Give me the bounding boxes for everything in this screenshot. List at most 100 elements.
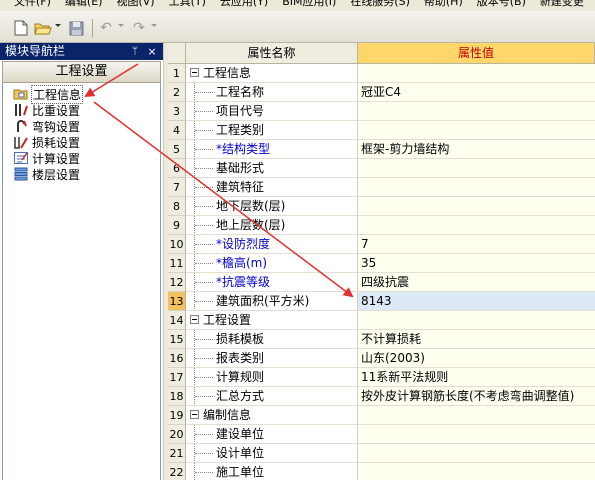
property-row[interactable]: 13 建筑面积(平方米) 8143 bbox=[168, 292, 595, 311]
property-name-label: 损耗模板 bbox=[216, 332, 265, 346]
nav-item-hook-settings[interactable]: 弯钩设置 bbox=[13, 118, 80, 134]
group-row[interactable]: 14 工程设置 bbox=[168, 311, 595, 330]
row-number[interactable]: 1 bbox=[168, 64, 186, 83]
row-number[interactable]: 14 bbox=[168, 311, 186, 330]
row-number[interactable]: 22 bbox=[168, 463, 186, 480]
property-value-cell[interactable] bbox=[358, 178, 595, 197]
redo-icon[interactable]: ↷ bbox=[130, 19, 148, 37]
property-value-cell[interactable]: 11系新平法规则 bbox=[358, 368, 595, 387]
row-number[interactable]: 8 bbox=[168, 197, 186, 216]
row-number[interactable]: 21 bbox=[168, 444, 186, 463]
menu-item[interactable]: 帮助(H) bbox=[424, 0, 463, 8]
row-number[interactable]: 4 bbox=[168, 121, 186, 140]
property-value-cell[interactable] bbox=[358, 102, 595, 121]
property-name-cell: 工程信息 bbox=[186, 64, 358, 83]
pin-icon[interactable]: ᛘ bbox=[128, 43, 142, 60]
property-value-cell[interactable] bbox=[358, 216, 595, 235]
property-row[interactable]: 17 计算规则 11系新平法规则 bbox=[168, 368, 595, 387]
row-number[interactable]: 13 bbox=[168, 292, 186, 311]
property-value-cell[interactable]: 35 bbox=[358, 254, 595, 273]
property-value-cell[interactable] bbox=[358, 197, 595, 216]
property-row[interactable]: 20 建设单位 bbox=[168, 425, 595, 444]
property-value-cell[interactable]: 山东(2003) bbox=[358, 349, 595, 368]
row-number[interactable]: 12 bbox=[168, 273, 186, 292]
collapse-toggle-icon[interactable] bbox=[190, 315, 199, 324]
property-row[interactable]: 16 报表类别 山东(2003) bbox=[168, 349, 595, 368]
property-value-cell[interactable]: 冠亚C4 bbox=[358, 83, 595, 102]
property-value-cell[interactable] bbox=[358, 444, 595, 463]
property-row[interactable]: 18 汇总方式 按外皮计算钢筋长度(不考虑弯曲调整值) bbox=[168, 387, 595, 406]
menu-item[interactable]: 视图(V) bbox=[116, 0, 154, 8]
row-number[interactable]: 19 bbox=[168, 406, 186, 425]
new-file-icon[interactable] bbox=[12, 19, 30, 37]
project-settings-header[interactable]: 工程设置 bbox=[2, 61, 161, 83]
menu-item[interactable]: 版本号(B) bbox=[477, 0, 526, 8]
row-number[interactable]: 5 bbox=[168, 140, 186, 159]
row-number[interactable]: 6 bbox=[168, 159, 186, 178]
open-folder-icon[interactable] bbox=[34, 19, 52, 37]
property-value-cell[interactable] bbox=[358, 463, 595, 480]
redo-dropdown-arrow[interactable] bbox=[151, 24, 157, 27]
property-value-cell[interactable] bbox=[358, 159, 595, 178]
property-value-cell[interactable]: 不计算损耗 bbox=[358, 330, 595, 349]
undo-dropdown-arrow[interactable] bbox=[118, 24, 124, 27]
nav-item-floor-settings[interactable]: 楼层设置 bbox=[13, 166, 80, 182]
row-number[interactable]: 3 bbox=[168, 102, 186, 121]
row-number[interactable]: 18 bbox=[168, 387, 186, 406]
row-number[interactable]: 2 bbox=[168, 83, 186, 102]
property-value-cell[interactable] bbox=[358, 121, 595, 140]
hook-icon bbox=[13, 118, 29, 134]
property-row[interactable]: 3 项目代号 bbox=[168, 102, 595, 121]
collapse-toggle-icon[interactable] bbox=[190, 410, 199, 419]
property-row[interactable]: 8 地下层数(层) bbox=[168, 197, 595, 216]
menu-item[interactable]: 新建变更 bbox=[540, 0, 584, 8]
nav-item-project-info[interactable]: 工程信息 bbox=[13, 84, 84, 104]
undo-icon[interactable]: ↶ bbox=[97, 19, 115, 37]
group-row[interactable]: 1 工程信息 bbox=[168, 64, 595, 83]
property-row[interactable]: 11 檐高(m) 35 bbox=[168, 254, 595, 273]
group-row[interactable]: 19 编制信息 bbox=[168, 406, 595, 425]
menu-item[interactable]: 编辑(E) bbox=[65, 0, 103, 8]
property-row[interactable]: 4 工程类别 bbox=[168, 121, 595, 140]
nav-item-weight-settings[interactable]: 比重设置 bbox=[13, 102, 80, 118]
menu-item[interactable]: 云应用(Y) bbox=[220, 0, 268, 8]
property-row[interactable]: 5 结构类型 框架-剪力墙结构 bbox=[168, 140, 595, 159]
property-value-cell[interactable]: 框架-剪力墙结构 bbox=[358, 140, 595, 159]
property-row[interactable]: 21 设计单位 bbox=[168, 444, 595, 463]
property-row[interactable]: 2 工程名称 冠亚C4 bbox=[168, 83, 595, 102]
property-value-cell[interactable] bbox=[358, 425, 595, 444]
menu-item[interactable]: 工具(T) bbox=[169, 0, 206, 8]
property-row[interactable]: 12 抗震等级 四级抗震 bbox=[168, 273, 595, 292]
menu-item[interactable]: BIM应用(I) bbox=[282, 0, 336, 8]
property-name-header[interactable]: 属性名称 bbox=[186, 43, 358, 64]
row-number[interactable]: 10 bbox=[168, 235, 186, 254]
save-icon[interactable] bbox=[67, 19, 85, 37]
row-number[interactable]: 11 bbox=[168, 254, 186, 273]
open-dropdown-arrow[interactable] bbox=[55, 24, 61, 27]
property-row[interactable]: 7 建筑特征 bbox=[168, 178, 595, 197]
property-name-label: 工程名称 bbox=[216, 85, 265, 99]
property-row[interactable]: 10 设防烈度 7 bbox=[168, 235, 595, 254]
property-row[interactable]: 15 损耗模板 不计算损耗 bbox=[168, 330, 595, 349]
close-panel-icon[interactable]: × bbox=[145, 43, 159, 60]
row-number[interactable]: 7 bbox=[168, 178, 186, 197]
row-number[interactable]: 9 bbox=[168, 216, 186, 235]
property-value-cell[interactable]: 按外皮计算钢筋长度(不考虑弯曲调整值) bbox=[358, 387, 595, 406]
nav-item-loss-settings[interactable]: 损耗设置 bbox=[13, 134, 80, 150]
collapse-toggle-icon[interactable] bbox=[190, 68, 199, 77]
nav-item-calc-settings[interactable]: 计算设置 bbox=[13, 150, 80, 166]
property-row[interactable]: 9 地上层数(层) bbox=[168, 216, 595, 235]
row-number[interactable]: 16 bbox=[168, 349, 186, 368]
property-value-cell[interactable]: 8143 bbox=[358, 292, 595, 311]
property-value-cell[interactable]: 四级抗震 bbox=[358, 273, 595, 292]
row-number[interactable]: 17 bbox=[168, 368, 186, 387]
property-row[interactable]: 6 基础形式 bbox=[168, 159, 595, 178]
menu-item[interactable]: 文件(F) bbox=[14, 0, 51, 8]
property-row[interactable]: 22 施工单位 bbox=[168, 463, 595, 480]
property-value-header[interactable]: 属性值 bbox=[358, 43, 595, 64]
row-number[interactable]: 20 bbox=[168, 425, 186, 444]
row-number[interactable]: 15 bbox=[168, 330, 186, 349]
menu-item[interactable]: 在线服务(S) bbox=[350, 0, 410, 8]
property-value-cell[interactable]: 7 bbox=[358, 235, 595, 254]
property-name-label: 建筑特征 bbox=[216, 180, 265, 194]
